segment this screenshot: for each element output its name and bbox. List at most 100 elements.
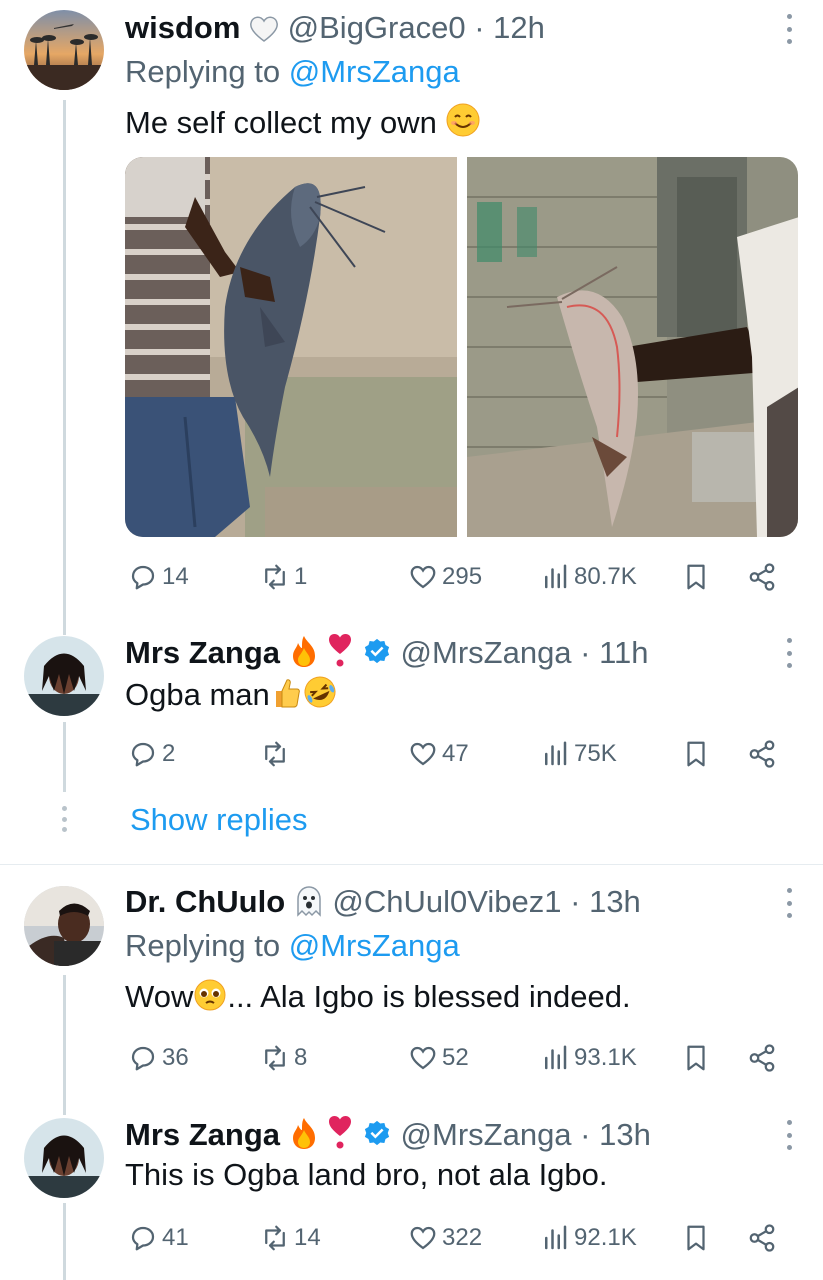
views-button[interactable]: 75K — [540, 734, 617, 774]
like-button[interactable]: 47 — [408, 734, 469, 774]
views-icon — [545, 564, 567, 589]
like-button[interactable]: 52 — [408, 1038, 469, 1078]
timestamp[interactable]: · 11h — [580, 635, 648, 670]
share-icon — [749, 1044, 775, 1072]
tweet-header: wisdom @BigGrace0 · 12h — [125, 8, 545, 53]
avatar[interactable] — [24, 10, 104, 90]
tweet-text: Me self collect my own — [125, 102, 481, 149]
smiling-face-emoji — [445, 102, 481, 149]
verified-badge-icon — [362, 637, 392, 677]
display-name[interactable]: Mrs Zanga — [125, 1117, 280, 1152]
avatar[interactable] — [24, 886, 104, 966]
heart-exclamation-emoji — [327, 632, 353, 678]
mention-link[interactable]: @MrsZanga — [289, 928, 460, 963]
views-icon — [545, 741, 567, 766]
tweet-actions: 36 8 52 93.1K — [125, 1038, 785, 1078]
like-button[interactable]: 322 — [408, 1218, 482, 1258]
more-options-icon[interactable] — [785, 638, 793, 668]
display-name[interactable]: Mrs Zanga — [125, 635, 280, 670]
reply-button[interactable]: 36 — [128, 1038, 189, 1078]
retweet-button[interactable]: 1 — [260, 557, 307, 597]
photo-catfish-1[interactable] — [125, 157, 457, 537]
handle[interactable]: @MrsZanga — [401, 635, 572, 670]
reply-icon — [131, 742, 155, 767]
timestamp[interactable]: · 12h — [474, 10, 545, 45]
heart-icon — [410, 742, 436, 766]
reply-button[interactable]: 14 — [128, 557, 189, 597]
timestamp[interactable]: · 13h — [570, 884, 641, 919]
bookmark-button[interactable] — [681, 1038, 715, 1078]
retweet-icon — [265, 741, 285, 767]
more-options-icon[interactable] — [785, 14, 793, 44]
ghost-emoji — [294, 885, 324, 927]
views-icon — [545, 1045, 567, 1070]
more-options-icon[interactable] — [785, 1120, 793, 1150]
retweet-button[interactable]: 14 — [260, 1218, 321, 1258]
thread-continuation-icon — [60, 806, 68, 832]
tweet-wisdom[interactable]: wisdom @BigGrace0 · 12h Replying to @Mrs… — [0, 0, 823, 620]
share-button[interactable] — [747, 734, 781, 774]
display-name[interactable]: wisdom — [125, 10, 240, 45]
bookmark-button[interactable] — [681, 557, 715, 597]
share-button[interactable] — [747, 1218, 781, 1258]
bookmark-button[interactable] — [681, 1218, 715, 1258]
avatar[interactable] — [24, 1118, 104, 1198]
bookmark-button[interactable] — [681, 734, 715, 774]
show-replies-link[interactable]: Show replies — [130, 800, 307, 840]
reply-button[interactable]: 2 — [128, 734, 175, 774]
white-heart-emoji — [249, 13, 279, 53]
share-button[interactable] — [747, 1038, 781, 1078]
tweet-header: Dr. ChUulo @ChUul0Vibez1 · 13h — [125, 882, 641, 927]
reply-icon — [131, 1046, 155, 1071]
share-icon — [749, 1224, 775, 1252]
fire-emoji — [289, 634, 319, 678]
tweet-chuulo[interactable]: Dr. ChUulo @ChUul0Vibez1 · 13h Replying … — [0, 880, 823, 1100]
reply-icon — [131, 1226, 155, 1251]
tweet-text: Ogba man — [125, 674, 338, 721]
tweet-actions: 14 1 295 80.7K — [125, 557, 785, 597]
tweet-actions: 41 14 322 92.1K — [125, 1218, 785, 1258]
views-button[interactable]: 92.1K — [540, 1218, 637, 1258]
tweet-media[interactable] — [125, 157, 798, 537]
tweet-mrszanga-2[interactable]: Mrs Zanga @MrsZanga · 13h This is Ogba l… — [0, 1112, 823, 1280]
heart-icon — [410, 1046, 436, 1070]
replying-to: Replying to @MrsZanga — [125, 54, 460, 89]
handle[interactable]: @MrsZanga — [401, 1117, 572, 1152]
photo-catfish-2[interactable] — [466, 157, 798, 537]
retweet-button[interactable] — [260, 734, 294, 774]
tweet-mrszanga-1[interactable]: Mrs Zanga @MrsZanga · 11h Ogba man 2 47 — [0, 630, 823, 790]
timestamp[interactable]: · 13h — [580, 1117, 651, 1152]
bookmark-icon — [687, 564, 705, 590]
verified-badge-icon — [362, 1119, 392, 1159]
tweet-text: Wow... Ala Igbo is blessed indeed. — [125, 976, 631, 1023]
views-button[interactable]: 80.7K — [540, 557, 637, 597]
bookmark-icon — [687, 1045, 705, 1071]
display-name[interactable]: Dr. ChUulo — [125, 884, 285, 919]
bookmark-icon — [687, 741, 705, 767]
views-button[interactable]: 93.1K — [540, 1038, 637, 1078]
tweet-header: Mrs Zanga @MrsZanga · 11h — [125, 632, 649, 678]
like-button[interactable]: 295 — [408, 557, 482, 597]
heart-icon — [410, 565, 436, 589]
share-icon — [749, 563, 775, 591]
replying-to: Replying to @MrsZanga — [125, 928, 460, 963]
avatar[interactable] — [24, 636, 104, 716]
share-button[interactable] — [747, 557, 781, 597]
mention-link[interactable]: @MrsZanga — [289, 54, 460, 89]
retweet-icon — [265, 1045, 285, 1071]
heart-icon — [410, 1226, 436, 1250]
retweet-button[interactable]: 8 — [260, 1038, 307, 1078]
handle[interactable]: @BigGrace0 — [288, 10, 466, 45]
tweet-actions: 2 47 75K — [125, 734, 785, 774]
reply-button[interactable]: 41 — [128, 1218, 189, 1258]
more-options-icon[interactable] — [785, 888, 793, 918]
tweet-text: This is Ogba land bro, not ala Igbo. — [125, 1157, 608, 1192]
retweet-icon — [265, 564, 285, 590]
share-icon — [749, 740, 775, 768]
bookmark-icon — [687, 1225, 705, 1251]
reply-icon — [131, 565, 155, 590]
rolling-laughing-emoji — [302, 674, 338, 721]
divider — [0, 864, 823, 865]
handle[interactable]: @ChUul0Vibez1 — [332, 884, 561, 919]
thumbs-up-emoji — [270, 676, 302, 721]
